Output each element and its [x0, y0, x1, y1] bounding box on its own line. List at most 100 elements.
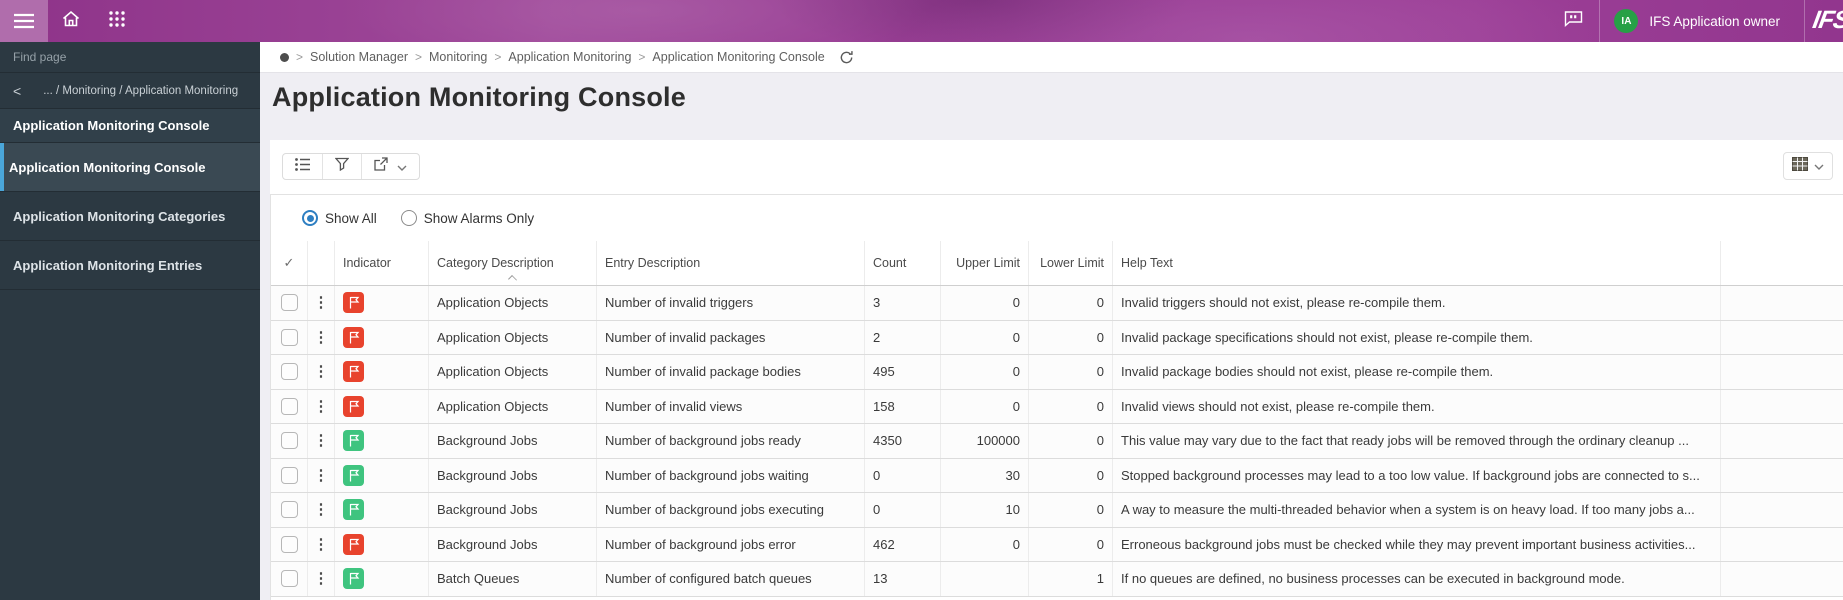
category-cell: Background Jobs: [429, 459, 597, 493]
kebab-menu-icon[interactable]: ⋮: [314, 502, 329, 517]
column-header-upper[interactable]: Upper Limit: [941, 241, 1029, 285]
count-cell: 158: [865, 390, 941, 424]
table-row: ⋮Background JobsNumber of background job…: [271, 493, 1843, 528]
radio-option[interactable]: Show All: [302, 210, 377, 226]
table-row: ⋮Batch QueuesNumber of configured batch …: [271, 562, 1843, 597]
radio-selected-icon[interactable]: [302, 210, 318, 226]
column-header-count[interactable]: Count: [865, 241, 941, 285]
user-menu[interactable]: IA IFS Application owner: [1600, 0, 1804, 42]
sidebar-item[interactable]: Application Monitoring Categories: [0, 192, 260, 241]
help-text-cell: Invalid package specifications should no…: [1113, 321, 1721, 355]
breadcrumb-links: >Solution Manager>Monitoring>Application…: [289, 50, 825, 64]
select-all-icon[interactable]: ✓: [284, 255, 295, 271]
row-filler-cell: [1721, 390, 1843, 424]
count-cell: 13: [865, 562, 941, 596]
breadcrumb-separator: >: [494, 50, 501, 64]
row-checkbox[interactable]: [281, 432, 298, 449]
table-view-selector[interactable]: [1783, 152, 1833, 180]
select-all-header-cell[interactable]: ✓: [271, 241, 308, 285]
chevron-down-icon: [1814, 157, 1824, 175]
upper-limit-cell: 0: [941, 286, 1029, 320]
help-text-cell: A way to measure the multi-threaded beha…: [1113, 493, 1721, 527]
row-checkbox[interactable]: [281, 570, 298, 587]
alarm-flag-icon: [343, 292, 364, 313]
row-checkbox[interactable]: [281, 398, 298, 415]
sidebar-back-path: ... / Monitoring / Application Monitorin…: [43, 85, 238, 97]
hamburger-menu-button[interactable]: [0, 0, 48, 42]
lower-limit-cell: 0: [1029, 390, 1113, 424]
row-select-cell: [271, 424, 308, 458]
header-right-cluster: IA IFS Application owner IFS: [1547, 0, 1843, 42]
column-header-category[interactable]: Category Description: [429, 241, 597, 285]
list-view-button[interactable]: [283, 154, 322, 179]
row-checkbox[interactable]: [281, 294, 298, 311]
row-checkbox[interactable]: [281, 329, 298, 346]
entry-cell: Number of invalid packages: [597, 321, 865, 355]
breadcrumb: >Solution Manager>Monitoring>Application…: [260, 42, 1843, 73]
kebab-menu-icon[interactable]: ⋮: [314, 571, 329, 586]
kebab-menu-icon[interactable]: ⋮: [314, 330, 329, 345]
column-header-help[interactable]: Help Text: [1113, 241, 1721, 285]
column-header-label: Indicator: [343, 256, 391, 270]
ok-flag-icon: [343, 430, 364, 451]
breadcrumb-link[interactable]: Application Monitoring Console: [652, 50, 824, 64]
refresh-icon[interactable]: [839, 50, 854, 65]
row-checkbox[interactable]: [281, 363, 298, 380]
row-checkbox[interactable]: [281, 501, 298, 518]
row-filler-cell: [1721, 562, 1843, 596]
breadcrumb-link[interactable]: Solution Manager: [310, 50, 408, 64]
lower-limit-cell: 0: [1029, 321, 1113, 355]
export-button[interactable]: [361, 154, 419, 179]
sidebar-item[interactable]: Application Monitoring Entries: [0, 241, 260, 290]
kebab-menu-icon[interactable]: ⋮: [314, 295, 329, 310]
entry-cell: Number of configured batch queues: [597, 562, 865, 596]
count-cell: 495: [865, 355, 941, 389]
filter-button[interactable]: [322, 154, 361, 179]
lower-limit-cell: 0: [1029, 459, 1113, 493]
column-header-entry[interactable]: Entry Description: [597, 241, 865, 285]
kebab-menu-icon[interactable]: ⋮: [314, 468, 329, 483]
feedback-button[interactable]: [1547, 0, 1599, 42]
kebab-menu-icon[interactable]: ⋮: [314, 399, 329, 414]
count-cell: 0: [865, 459, 941, 493]
help-text-cell: Invalid triggers should not exist, pleas…: [1113, 286, 1721, 320]
app-launcher-button[interactable]: [94, 0, 140, 42]
row-menu-cell: ⋮: [308, 424, 335, 458]
breadcrumb-link[interactable]: Application Monitoring: [508, 50, 631, 64]
breadcrumb-link[interactable]: Monitoring: [429, 50, 487, 64]
table-header-row: ✓ Indicator Category Description Entry Desc…: [271, 241, 1843, 286]
list-view-icon: [295, 158, 310, 176]
find-page-input[interactable]: Find page: [0, 42, 260, 73]
column-header-label: Entry Description: [605, 256, 700, 270]
row-checkbox[interactable]: [281, 467, 298, 484]
lower-limit-cell: 0: [1029, 355, 1113, 389]
kebab-menu-icon[interactable]: ⋮: [314, 537, 329, 552]
chevron-down-icon: [397, 158, 407, 176]
sidebar-items: Application Monitoring ConsoleApplicatio…: [0, 143, 260, 290]
indicator-cell: [335, 562, 429, 596]
column-header-indicator[interactable]: Indicator: [335, 241, 429, 285]
table-body: ⋮Application ObjectsNumber of invalid tr…: [271, 286, 1843, 597]
lower-limit-cell: 0: [1029, 528, 1113, 562]
table-view-icon: [1792, 157, 1808, 176]
sidebar-item-label: Application Monitoring Entries: [13, 258, 202, 273]
sidebar-back-nav[interactable]: < ... / Monitoring / Application Monitor…: [0, 73, 260, 109]
sidebar-item[interactable]: Application Monitoring Console: [0, 143, 260, 192]
category-cell: Background Jobs: [429, 493, 597, 527]
alarm-flag-icon: [343, 361, 364, 382]
column-header-lower[interactable]: Lower Limit: [1029, 241, 1113, 285]
header-filler-cell: [1721, 241, 1843, 285]
indicator-cell: [335, 390, 429, 424]
upper-limit-cell: 100000: [941, 424, 1029, 458]
row-select-cell: [271, 390, 308, 424]
kebab-menu-icon[interactable]: ⋮: [314, 364, 329, 379]
indicator-cell: [335, 528, 429, 562]
radio-option[interactable]: Show Alarms Only: [401, 210, 534, 226]
radio-unselected-icon[interactable]: [401, 210, 417, 226]
kebab-menu-icon[interactable]: ⋮: [314, 433, 329, 448]
row-checkbox[interactable]: [281, 536, 298, 553]
column-header-label: Upper Limit: [956, 256, 1020, 270]
app-header: IA IFS Application owner IFS: [0, 0, 1843, 42]
help-text-cell: Invalid views should not exist, please r…: [1113, 390, 1721, 424]
home-button[interactable]: [48, 0, 94, 42]
